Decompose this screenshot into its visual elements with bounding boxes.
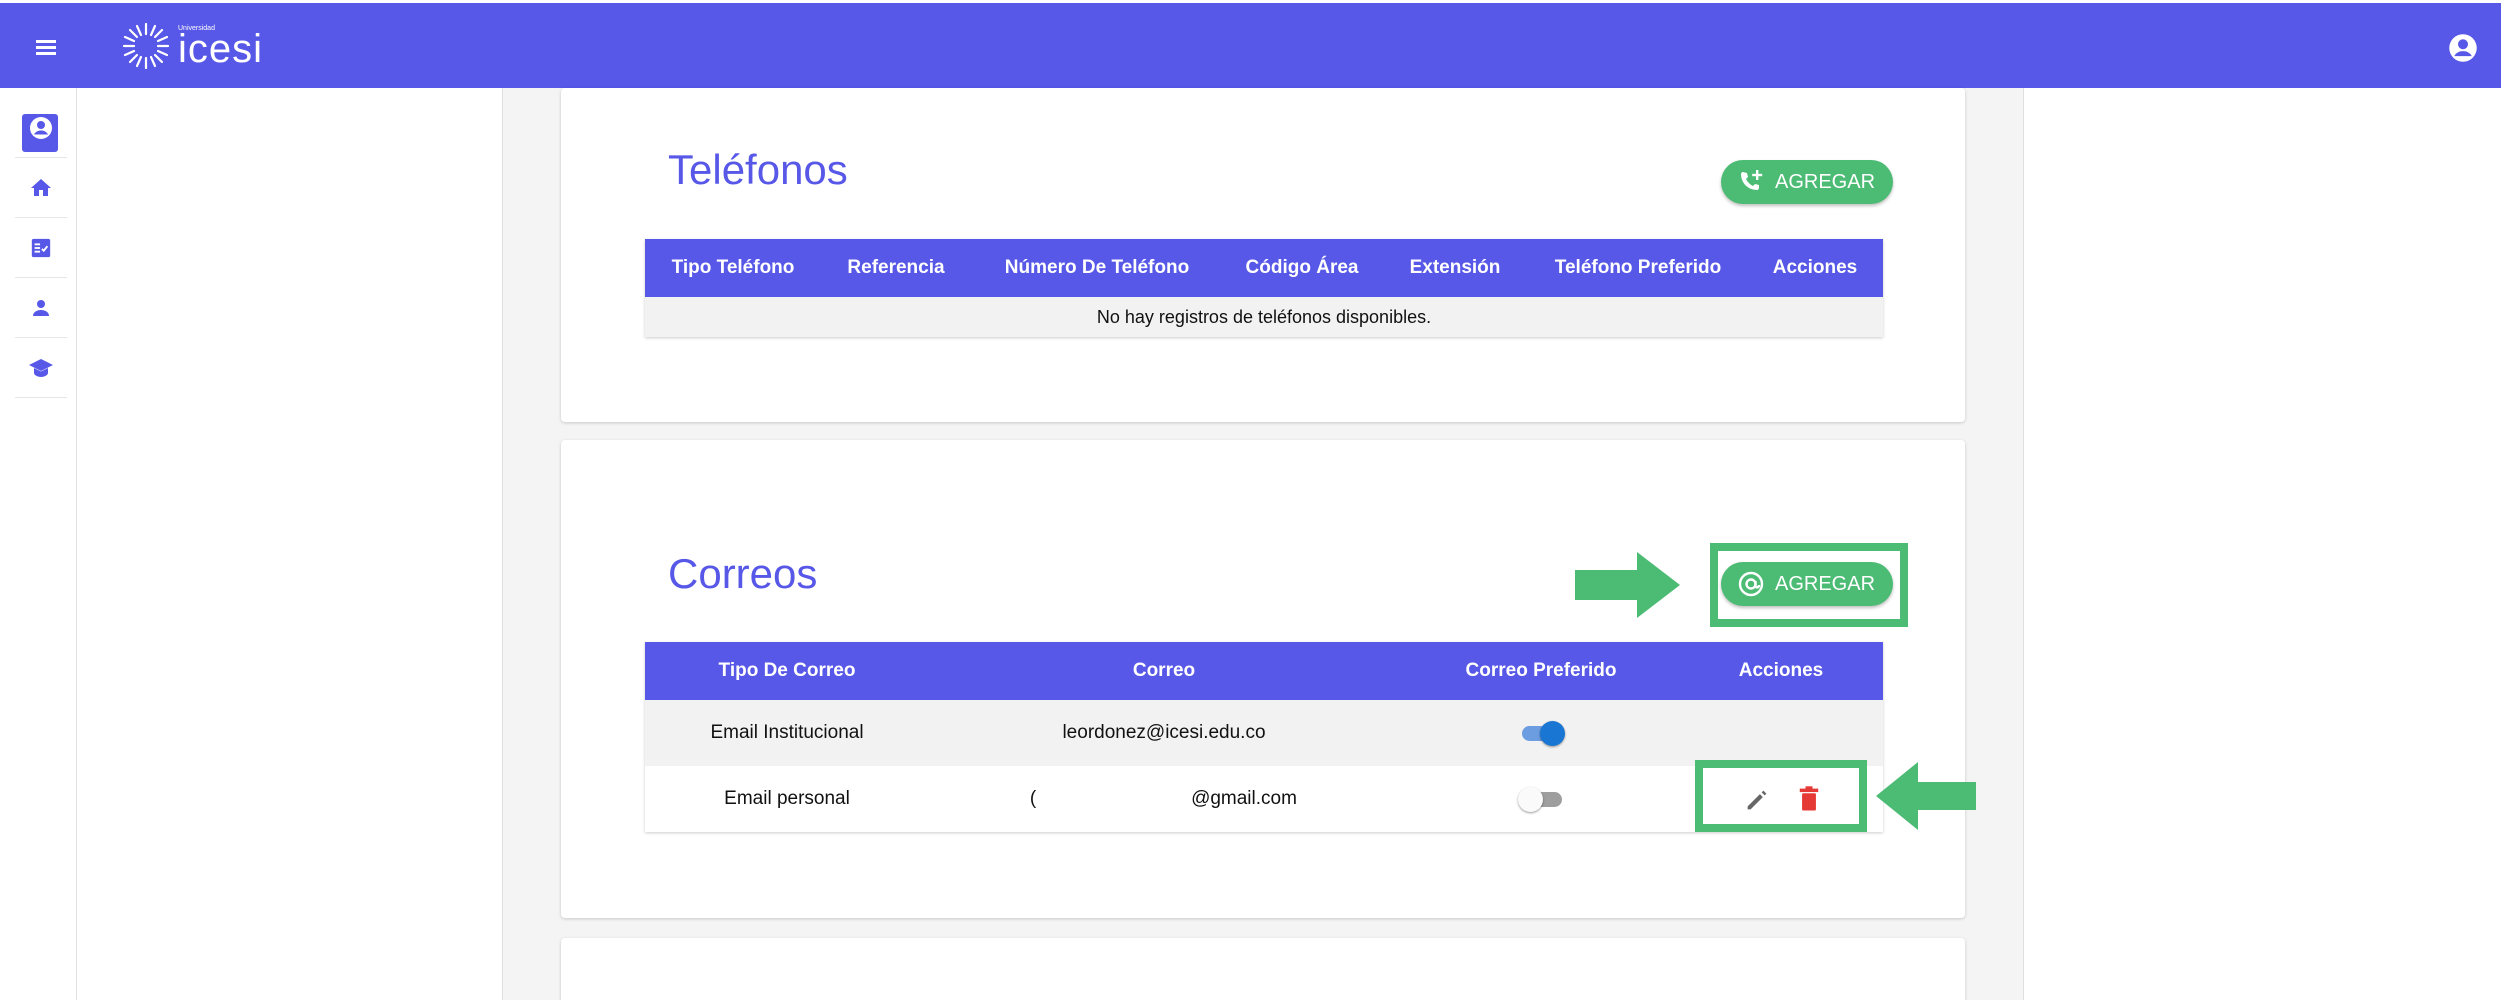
next-card [561, 938, 1965, 1000]
phones-table-header: Tipo Teléfono Referencia Número De Teléf… [645, 239, 1883, 297]
icesi-logo[interactable]: Universidad icesi [120, 21, 263, 71]
toggle-knob [1540, 721, 1565, 746]
account-circle-icon [30, 116, 52, 139]
preferred-toggle[interactable] [1518, 718, 1568, 748]
column-header[interactable]: Número De Teléfono [1005, 239, 1189, 297]
column-header[interactable]: Correo [1133, 642, 1195, 700]
highlight-box-add-email [1710, 543, 1908, 627]
add-phone-button[interactable]: AGREGAR [1721, 160, 1894, 204]
sidebar [0, 88, 77, 1000]
email-address-cell: leordonez@icesi.edu.co [1062, 722, 1266, 743]
graduation-cap-icon [29, 358, 53, 377]
sidebar-item-profile[interactable] [15, 98, 67, 158]
column-header[interactable]: Código Área [1246, 239, 1359, 297]
emails-card: Correos AGREGAR Tipo De Correo Correo Co… [561, 440, 1965, 918]
phones-title: Teléfonos [668, 146, 848, 193]
email-type-cell: Email personal [724, 788, 850, 809]
empty-message: No hay registros de teléfonos disponible… [645, 297, 1883, 337]
column-header[interactable]: Acciones [1739, 642, 1823, 700]
phones-card: Teléfonos AGREGAR Tipo Teléfono Referenc… [561, 88, 1965, 422]
preferred-toggle[interactable] [1518, 784, 1568, 814]
sunburst-logo-icon [122, 22, 170, 70]
arrow-left-icon [1876, 762, 1976, 830]
toggle-knob [1518, 787, 1543, 812]
checklist-icon [31, 238, 51, 257]
hamburger-icon[interactable] [28, 31, 68, 63]
phone-add-icon [1741, 170, 1763, 190]
add-phone-label: AGREGAR [1775, 170, 1876, 193]
email-prefix-cell: ( [1029, 788, 1037, 809]
home-icon [31, 178, 51, 196]
arrow-right-icon [1575, 552, 1680, 618]
top-app-bar: Universidad icesi [0, 3, 2501, 88]
sidebar-item-education[interactable] [15, 338, 67, 398]
table-row: Email Institucional leordonez@icesi.edu.… [645, 700, 1883, 766]
column-header[interactable]: Correo Preferido [1466, 642, 1617, 700]
email-type-cell: Email Institucional [710, 722, 864, 743]
emails-table-header: Tipo De Correo Correo Correo Preferido A… [645, 642, 1883, 700]
highlight-box-row-actions [1695, 760, 1867, 832]
sidebar-item-checklist[interactable] [15, 218, 67, 278]
column-header[interactable]: Referencia [847, 239, 944, 297]
person-icon [33, 299, 49, 316]
account-circle-icon[interactable] [2448, 33, 2478, 63]
email-address-cell: @gmail.com [1191, 788, 1297, 809]
column-header[interactable]: Acciones [1773, 239, 1857, 297]
column-header[interactable]: Tipo Teléfono [672, 239, 795, 297]
phones-table: Tipo Teléfono Referencia Número De Teléf… [645, 239, 1883, 337]
column-header[interactable]: Extensión [1410, 239, 1501, 297]
logo-text: icesi [178, 27, 264, 71]
sidebar-item-person[interactable] [15, 278, 67, 338]
emails-title: Correos [668, 550, 818, 597]
column-header[interactable]: Tipo De Correo [719, 642, 856, 700]
column-header[interactable]: Teléfono Preferido [1555, 239, 1721, 297]
sidebar-item-home[interactable] [15, 158, 67, 218]
